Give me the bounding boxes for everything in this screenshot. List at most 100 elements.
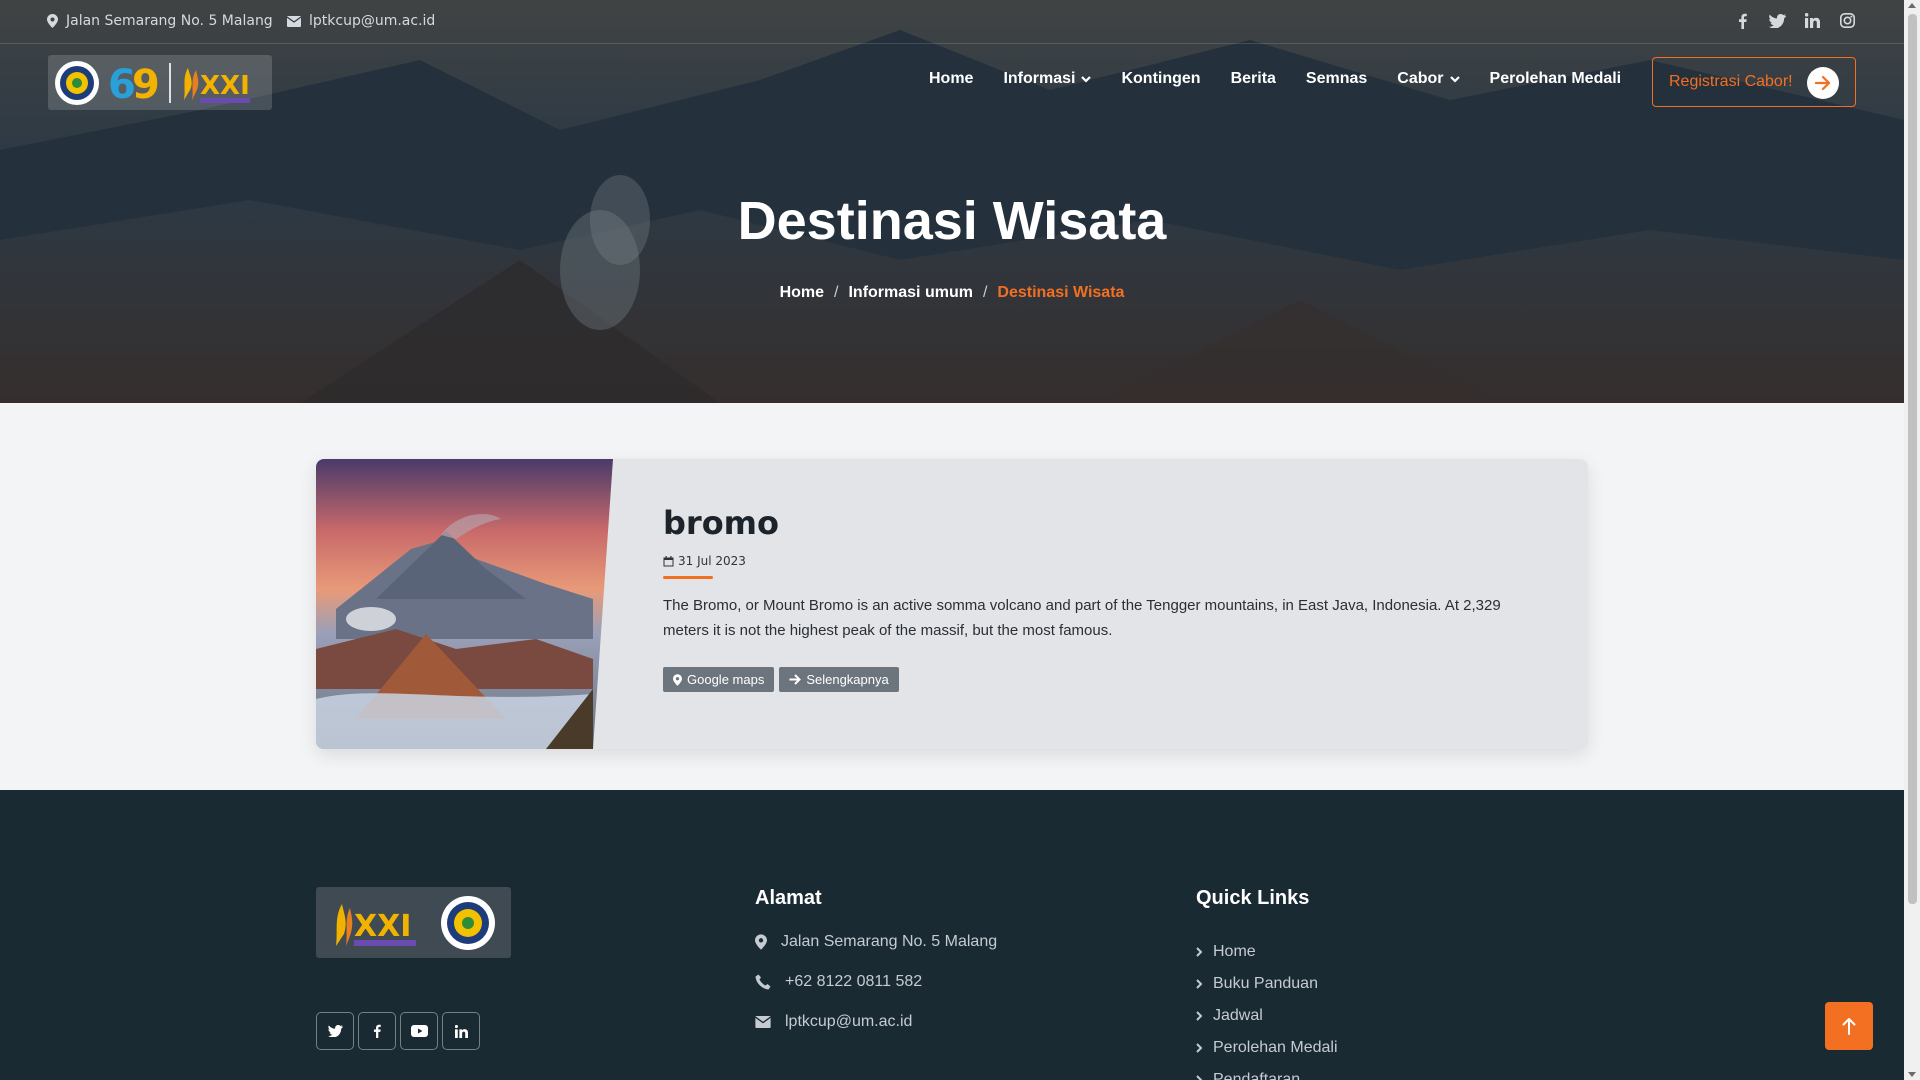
- logo-divider: [169, 62, 171, 103]
- nav-semnas-label: Semnas: [1305, 70, 1368, 87]
- nav-kontingen-label: Kontingen: [1121, 70, 1201, 87]
- footer-link-jadwal[interactable]: Jadwal: [1196, 1000, 1338, 1032]
- map-marker-icon: [47, 14, 58, 28]
- footer-phone-text: +62 8122 0811 582: [785, 973, 923, 990]
- nav-semnas[interactable]: Semnas: [1306, 70, 1367, 88]
- google-maps-label: Google maps: [687, 672, 765, 687]
- scrollbar-thumb[interactable]: [1908, 14, 1917, 904]
- footer-link-perolehan-medali[interactable]: Perolehan Medali: [1196, 1032, 1338, 1064]
- nav-home-label: Home: [929, 70, 974, 87]
- topbar: Jalan Semarang No. 5 Malang lptkcup@um.a…: [0, 0, 1904, 44]
- nav-informasi[interactable]: Informasi: [1003, 70, 1092, 88]
- footer: XXI Alamat Jalan Semarang No. 5 Malang +…: [0, 790, 1904, 1080]
- destination-title[interactable]: bromo: [663, 504, 1543, 542]
- destination-date-text: 31 Jul 2023: [678, 554, 746, 568]
- twitter-icon: [327, 1025, 343, 1037]
- breadcrumb-separator: /: [982, 284, 988, 301]
- footer-phone[interactable]: +62 8122 0811 582: [755, 973, 922, 991]
- chevron-right-icon: [1196, 979, 1203, 989]
- breadcrumb-informasi-umum[interactable]: Informasi umum: [848, 284, 972, 302]
- envelope-icon: [287, 15, 301, 27]
- chevron-right-icon: [1196, 1075, 1203, 1080]
- back-to-top-button[interactable]: [1825, 1002, 1873, 1050]
- chevron-down-icon: [1449, 75, 1460, 83]
- scroll-down-arrow-icon[interactable]: [1908, 1072, 1916, 1077]
- scroll-up-arrow-icon[interactable]: [1908, 3, 1916, 8]
- topbar-email-text: lptkcup@um.ac.id: [309, 13, 436, 29]
- footer-link-home[interactable]: Home: [1196, 936, 1338, 968]
- destination-actions: Google maps Selengkapnya: [663, 667, 1543, 692]
- topbar-email[interactable]: lptkcup@um.ac.id: [287, 13, 435, 29]
- chevron-down-icon: [1081, 75, 1092, 83]
- page-scrollbar[interactable]: [1904, 0, 1920, 1080]
- destination-card: bromo 31 Jul 2023 The Bromo, or Mount Br…: [316, 459, 1588, 749]
- instagram-icon[interactable]: [1839, 12, 1856, 29]
- destination-date: 31 Jul 2023: [663, 554, 1543, 568]
- youtube-icon: [410, 1025, 428, 1037]
- twitter-icon[interactable]: [1769, 12, 1786, 29]
- nav-berita[interactable]: Berita: [1231, 70, 1276, 88]
- facebook-icon: [373, 1024, 381, 1038]
- destination-card-body: bromo 31 Jul 2023 The Bromo, or Mount Br…: [663, 504, 1543, 692]
- page-title: Destinasi Wisata: [737, 191, 1167, 251]
- breadcrumb-current: Destinasi Wisata: [997, 284, 1125, 301]
- facebook-button[interactable]: [358, 1012, 396, 1050]
- nav-kontingen[interactable]: Kontingen: [1121, 70, 1200, 88]
- register-cabor-button[interactable]: Registrasi Cabor!: [1652, 57, 1856, 107]
- facebook-icon[interactable]: [1734, 12, 1751, 29]
- nav-perolehan-medali[interactable]: Perolehan Medali: [1490, 70, 1622, 88]
- linkedin-button[interactable]: [442, 1012, 480, 1050]
- chevron-right-icon: [1196, 1011, 1203, 1021]
- linkedin-icon: [454, 1024, 468, 1038]
- footer-address: Jalan Semarang No. 5 Malang: [755, 933, 997, 951]
- footer-logo[interactable]: XXI: [316, 887, 511, 958]
- topbar-address: Jalan Semarang No. 5 Malang: [47, 13, 273, 29]
- footer-link-label: Perolehan Medali: [1213, 1039, 1338, 1056]
- svg-text:9: 9: [132, 62, 160, 106]
- footer-socials: [316, 1012, 480, 1050]
- topbar-address-text: Jalan Semarang No. 5 Malang: [66, 13, 273, 29]
- university-seal-icon: [55, 60, 99, 105]
- arrow-right-icon: [789, 674, 802, 685]
- read-more-label: Selengkapnya: [806, 672, 889, 687]
- phone-icon: [755, 974, 771, 990]
- breadcrumb-home[interactable]: Home: [780, 284, 824, 302]
- youtube-button[interactable]: [400, 1012, 438, 1050]
- google-maps-button[interactable]: Google maps: [663, 667, 775, 692]
- site-logo[interactable]: 6 9 XXI: [48, 55, 272, 110]
- svg-text:XXI: XXI: [354, 909, 411, 944]
- breadcrumb: Home / Informasi umum / Destinasi Wisata: [0, 284, 1904, 302]
- envelope-icon: [755, 1016, 771, 1028]
- chevron-right-icon: [1196, 947, 1203, 957]
- svg-text:XXI: XXI: [200, 71, 250, 101]
- nav-berita-label: Berita: [1230, 70, 1276, 87]
- map-marker-icon: [755, 934, 767, 950]
- footer-link-label: Jadwal: [1213, 1007, 1263, 1024]
- anniversary-69-logo-icon: 6 9: [108, 62, 160, 106]
- lptk-cup-logo-icon: XXI: [336, 903, 416, 946]
- main-nav: Home Informasi Kontingen Berita Semnas C…: [929, 70, 1621, 88]
- footer-link-label: Buku Panduan: [1213, 975, 1318, 992]
- nav-cabor[interactable]: Cabor: [1397, 70, 1460, 88]
- map-marker-icon: [673, 673, 682, 686]
- lptk-cup-logo-icon: XXI: [184, 67, 250, 103]
- nav-perolehan-medali-label: Perolehan Medali: [1489, 70, 1622, 87]
- footer-quick-links: Home Buku Panduan Jadwal Perolehan Medal…: [1196, 936, 1338, 1080]
- destination-image[interactable]: [316, 459, 613, 749]
- footer-link-buku-panduan[interactable]: Buku Panduan: [1196, 968, 1338, 1000]
- calendar-icon: [663, 555, 674, 567]
- university-seal-icon: [441, 895, 495, 950]
- nav-home[interactable]: Home: [929, 70, 973, 88]
- arrow-up-icon: [1842, 1017, 1856, 1035]
- linkedin-icon[interactable]: [1804, 12, 1821, 29]
- footer-email[interactable]: lptkcup@um.ac.id: [755, 1013, 912, 1031]
- register-cabor-label: Registrasi Cabor!: [1669, 73, 1793, 90]
- footer-links-title: Quick Links: [1196, 887, 1310, 909]
- footer-address-title: Alamat: [755, 887, 822, 909]
- read-more-button[interactable]: Selengkapnya: [779, 667, 899, 692]
- breadcrumb-separator: /: [834, 284, 839, 301]
- footer-link-pendaftaran[interactable]: Pendaftaran: [1196, 1064, 1338, 1080]
- arrow-right-icon: [1807, 67, 1839, 99]
- hero-section: Jalan Semarang No. 5 Malang lptkcup@um.a…: [0, 0, 1904, 403]
- twitter-button[interactable]: [316, 1012, 354, 1050]
